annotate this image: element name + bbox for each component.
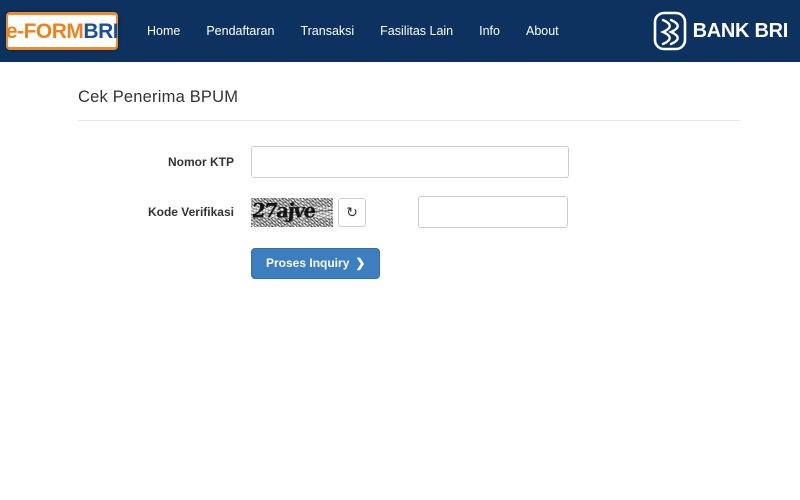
chevron-right-icon: ❯ xyxy=(355,256,366,270)
kode-verifikasi-input[interactable] xyxy=(418,196,568,228)
nav-item-fasilitas-lain[interactable]: Fasilitas Lain xyxy=(367,18,466,44)
bri-mark-icon xyxy=(653,11,686,51)
proses-inquiry-label: Proses Inquiry xyxy=(266,256,350,270)
captcha-image: 27ajve xyxy=(251,197,333,227)
eform-bri-logo-text: e-FORMBRI xyxy=(5,19,119,43)
proses-inquiry-button[interactable]: Proses Inquiry ❯ xyxy=(251,248,381,279)
logo-bri-text: BRI xyxy=(83,19,119,43)
nav-item-info[interactable]: Info xyxy=(466,18,513,44)
form-row-nomor-ktp: Nomor KTP xyxy=(0,146,569,178)
nomor-ktp-input[interactable] xyxy=(251,146,569,178)
refresh-icon[interactable]: ↻ xyxy=(338,197,366,227)
nav-item-about[interactable]: About xyxy=(513,18,572,44)
nomor-ktp-label: Nomor KTP xyxy=(168,155,234,169)
form-row-kode-verifikasi: Kode Verifikasi 27ajve ↻ xyxy=(0,196,568,228)
nav-item-home[interactable]: Home xyxy=(134,18,193,44)
nav-item-pendaftaran[interactable]: Pendaftaran xyxy=(193,18,287,44)
bank-bri-branding: BANK BRI xyxy=(653,11,788,51)
eform-bri-logo[interactable]: e-FORMBRI xyxy=(5,12,119,50)
kode-verifikasi-label: Kode Verifikasi xyxy=(147,205,234,219)
bank-bri-text: BANK BRI xyxy=(692,20,789,42)
nav-item-transaksi[interactable]: Transaksi xyxy=(287,18,367,44)
form-row-submit: Proses Inquiry ❯ xyxy=(0,248,381,279)
main-navigation: Home Pendaftaran Transaksi Fasilitas Lai… xyxy=(134,0,572,62)
site-header: e-FORMBRI Home Pendaftaran Transaksi Fas… xyxy=(0,0,800,62)
page-content: Cek Penerima BPUM Nomor KTP Kode Verifik… xyxy=(0,62,800,500)
page-title: Cek Penerima BPUM xyxy=(78,88,239,106)
title-divider xyxy=(78,120,740,121)
logo-eform-text: e-FORM xyxy=(5,19,84,43)
